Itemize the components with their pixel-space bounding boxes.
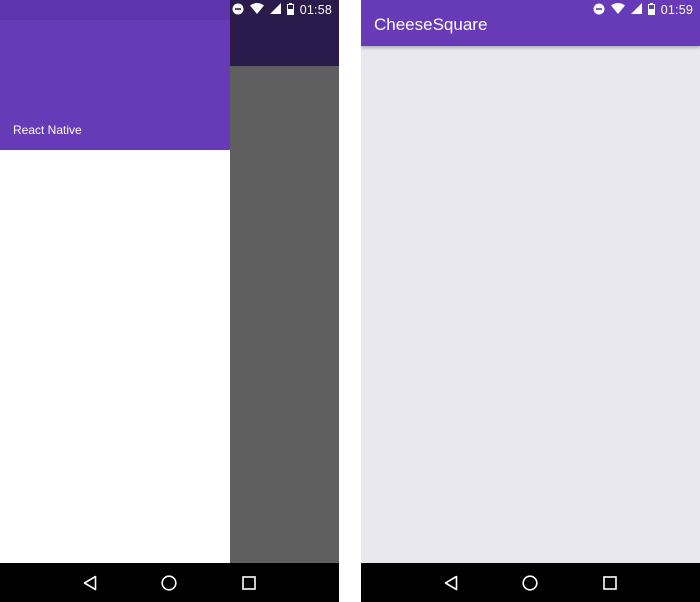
drawer-header: React Native: [0, 20, 230, 150]
back-icon[interactable]: [436, 568, 466, 598]
wifi-icon: [249, 3, 264, 17]
status-time: 01:59: [660, 3, 693, 17]
navigation-drawer: React Native: [0, 0, 230, 563]
left-screen: 01:58 React Native: [0, 0, 339, 602]
battery-icon: [286, 2, 294, 18]
recents-icon[interactable]: [595, 568, 625, 598]
home-icon[interactable]: [154, 568, 184, 598]
signal-icon: [269, 3, 281, 17]
signal-icon: [630, 3, 642, 17]
drawer-status-area: [0, 0, 230, 20]
do-not-disturb-icon: [232, 3, 244, 18]
back-icon[interactable]: [75, 568, 105, 598]
wifi-icon: [610, 3, 625, 17]
nav-bar: [361, 563, 700, 602]
recents-icon[interactable]: [234, 568, 264, 598]
nav-bar: [0, 563, 339, 602]
battery-icon: [647, 2, 655, 18]
status-bar: 01:59: [361, 0, 700, 20]
drawer-header-title: React Native: [13, 123, 82, 137]
right-screen: CheeseSquare 01:59: [361, 0, 700, 602]
home-icon[interactable]: [515, 568, 545, 598]
status-time: 01:58: [299, 3, 332, 17]
do-not-disturb-icon: [593, 3, 605, 18]
